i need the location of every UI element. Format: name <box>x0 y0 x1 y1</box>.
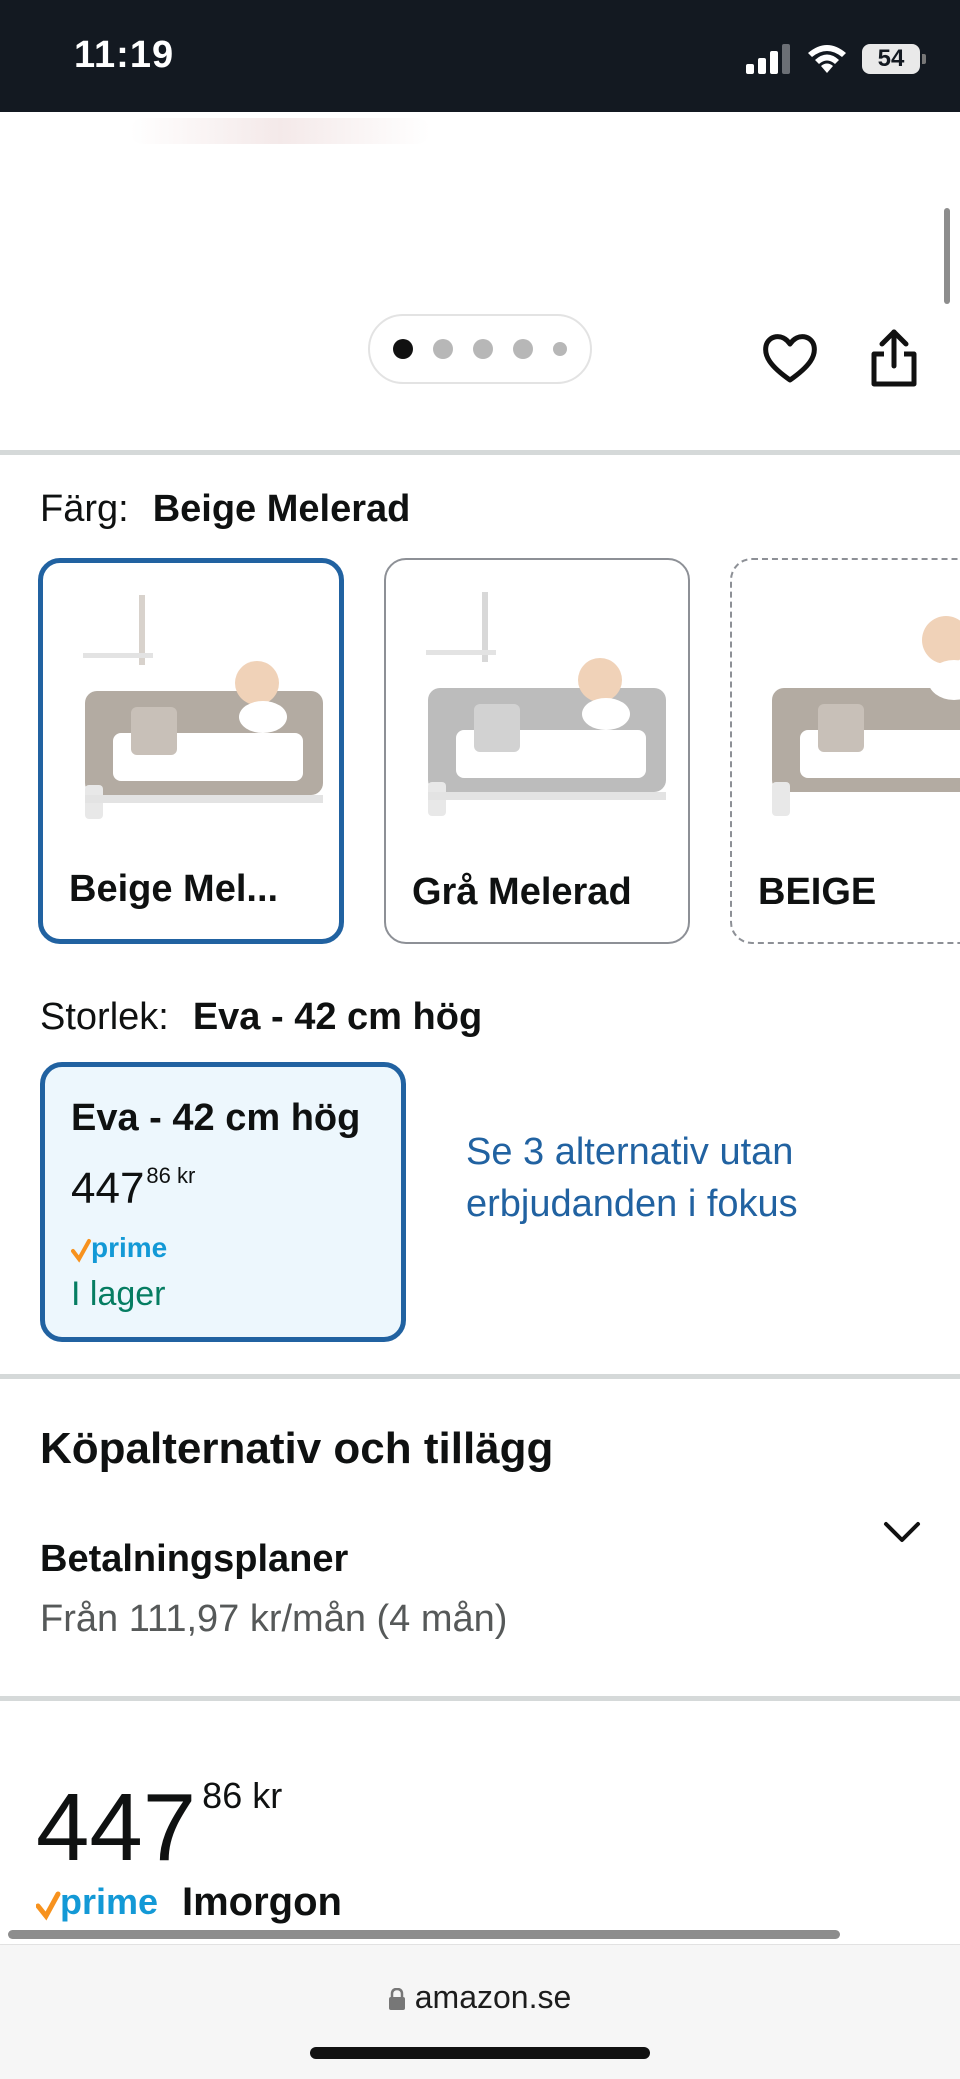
prime-text: prime <box>91 1232 167 1263</box>
vertical-scrollbar[interactable] <box>944 208 950 304</box>
color-option-beige-melerad[interactable]: Beige Mel... <box>38 558 344 944</box>
status-bar: 11:19 54 <box>0 0 960 112</box>
bed-rail-image <box>83 595 323 819</box>
color-label-row: Färg: Beige Melerad <box>40 488 410 531</box>
color-option-label: Beige Mel... <box>69 868 279 910</box>
url-text: amazon.se <box>414 1979 572 2015</box>
size-label: Storlek: <box>40 996 169 1038</box>
size-price-fraction: 86 kr <box>146 1163 196 1188</box>
prime-logo-icon: prime <box>36 1881 158 1922</box>
horizontal-scrollbar[interactable] <box>8 1930 840 1939</box>
size-option-price: 44786 kr <box>71 1163 195 1214</box>
color-option-label: BEIGE <box>758 871 877 913</box>
bed-rail-image <box>772 616 960 816</box>
bed-rail-image <box>426 592 666 816</box>
share-icon[interactable] <box>864 326 924 390</box>
lock-icon <box>388 1988 405 2010</box>
divider <box>0 450 960 455</box>
color-label: Färg: <box>40 488 129 530</box>
product-image-edge <box>130 118 430 144</box>
prime-text: prime <box>60 1881 158 1922</box>
price-fraction: 86 kr <box>202 1775 283 1816</box>
carousel-dot[interactable] <box>473 339 493 359</box>
divider <box>0 1696 960 1701</box>
status-icons: 54 <box>746 40 926 78</box>
battery-icon: 54 <box>862 44 926 74</box>
prime-delivery-row: prime Imorgon <box>36 1880 342 1924</box>
payment-plans-title[interactable]: Betalningsplaner <box>40 1538 348 1581</box>
heart-icon[interactable] <box>760 328 820 388</box>
size-price-whole: 447 <box>71 1164 145 1213</box>
wifi-icon <box>808 45 846 73</box>
status-time: 11:19 <box>74 34 175 76</box>
prime-logo-icon: prime <box>71 1232 167 1263</box>
size-option-eva[interactable]: Eva - 42 cm hög 44786 kr prime I lager <box>40 1062 406 1342</box>
home-indicator <box>310 2047 650 2059</box>
chevron-down-icon[interactable] <box>882 1516 922 1546</box>
see-other-options-link[interactable]: Se 3 alternativ utan erbjudanden i fokus <box>466 1126 856 1230</box>
size-selected-value: Eva - 42 cm hög <box>192 996 483 1038</box>
color-option-beige[interactable]: BEIGE <box>730 558 960 944</box>
payment-plans-summary: Från 111,97 kr/mån (4 mån) <box>40 1598 508 1640</box>
product-image-area[interactable] <box>0 112 960 452</box>
stock-status: I lager <box>71 1275 166 1313</box>
buying-options-title: Köpalternativ och tillägg <box>40 1424 554 1473</box>
carousel-dot[interactable] <box>393 339 413 359</box>
color-selected-value: Beige Melerad <box>152 488 411 530</box>
delivery-text: Imorgon <box>182 1879 342 1924</box>
price-whole: 447 <box>36 1774 197 1881</box>
divider <box>0 1374 960 1379</box>
url-row[interactable]: amazon.se <box>0 1979 960 2016</box>
carousel-dot[interactable] <box>553 342 567 356</box>
signal-icon <box>746 44 790 74</box>
color-option-gra-melerad[interactable]: Grå Melerad <box>384 558 690 944</box>
image-carousel-dots[interactable] <box>368 314 592 384</box>
size-label-row: Storlek: Eva - 42 cm hög <box>40 996 482 1039</box>
main-price: 447 86 kr <box>36 1748 282 1876</box>
color-option-label: Grå Melerad <box>412 871 632 913</box>
carousel-dot[interactable] <box>433 339 453 359</box>
carousel-dot[interactable] <box>513 339 533 359</box>
size-option-name: Eva - 42 cm hög <box>71 1097 361 1139</box>
browser-address-bar[interactable]: amazon.se <box>0 1944 960 2079</box>
